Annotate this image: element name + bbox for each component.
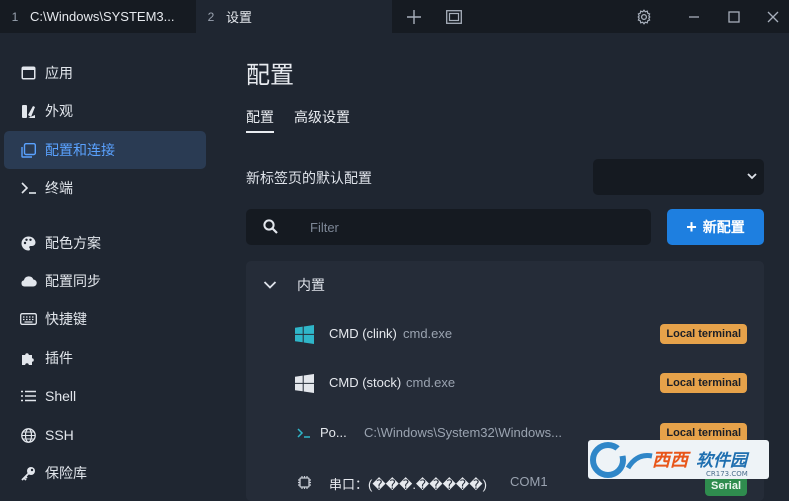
profile-name: 串口：(���.�����) bbox=[329, 477, 487, 492]
plus-icon[interactable] bbox=[397, 0, 431, 33]
profile-command: cmd.exe bbox=[406, 375, 456, 390]
gear-icon[interactable] bbox=[627, 0, 661, 33]
svg-text:CR173.COM: CR173.COM bbox=[706, 470, 748, 478]
maximize-icon[interactable] bbox=[717, 0, 751, 33]
app-window-icon bbox=[20, 65, 37, 82]
profile-command: cmd.exe bbox=[403, 326, 453, 341]
title-bar: 1 C:\Windows\SYSTEM3... 2 设置 bbox=[0, 0, 789, 33]
sidebar-item-label: 配置同步 bbox=[45, 273, 101, 289]
chevron-down-icon bbox=[263, 278, 287, 293]
new-profile-button[interactable]: + 新配置 bbox=[667, 209, 764, 245]
svg-text:西西: 西西 bbox=[652, 450, 691, 471]
sidebar-item-label: SSH bbox=[45, 427, 74, 443]
profile-row[interactable]: CMD (stock) cmd.exe Local terminal bbox=[246, 365, 764, 401]
palette-icon bbox=[20, 235, 37, 252]
sidebar-item-config-sync[interactable]: 配置同步 bbox=[4, 262, 206, 300]
sidebar-item-hotkeys[interactable]: 快捷键 bbox=[4, 300, 206, 338]
profiles-icon bbox=[20, 142, 37, 159]
sidebar-item-label: 终端 bbox=[45, 180, 73, 196]
sidebar-item-profiles[interactable]: 配置和连接 bbox=[4, 131, 206, 169]
terminal-icon bbox=[20, 180, 37, 197]
profile-type-badge: Serial bbox=[705, 476, 747, 496]
tab-profiles[interactable]: 配置 bbox=[246, 107, 274, 127]
sidebar-item-label: 插件 bbox=[45, 350, 73, 366]
tab-terminal[interactable]: 1 C:\Windows\SYSTEM3... bbox=[0, 0, 196, 33]
filter-input[interactable] bbox=[310, 209, 640, 245]
chevron-down-icon bbox=[746, 170, 758, 185]
chip-icon bbox=[294, 472, 314, 492]
profile-name: CMD (stock) bbox=[329, 375, 402, 390]
new-profile-button-label: 新配置 bbox=[702, 219, 745, 235]
tab-settings[interactable]: 2 设置 bbox=[196, 0, 392, 33]
group-header-builtin[interactable]: 内置 bbox=[246, 264, 764, 306]
svg-text:软件园: 软件园 bbox=[696, 451, 750, 471]
keyboard-icon bbox=[20, 311, 37, 328]
tab-title: 设置 bbox=[226, 10, 253, 25]
key-icon bbox=[20, 465, 37, 482]
sidebar-item-app[interactable]: 应用 bbox=[4, 54, 206, 92]
profile-row[interactable]: CMD (clink) cmd.exe Local terminal bbox=[246, 316, 764, 352]
cloud-icon bbox=[20, 273, 37, 290]
sidebar-item-terminal[interactable]: 终端 bbox=[4, 169, 206, 207]
sidebar-item-appearance[interactable]: 外观 bbox=[4, 92, 206, 130]
sidebar: 应用 外观 配置和连接 终端 配色方案 配置同步 快捷键 插件 Shell SS… bbox=[0, 33, 214, 489]
tab-title: C:\Windows\SYSTEM3... bbox=[30, 9, 175, 24]
windows-logo-icon bbox=[294, 324, 314, 344]
profile-name: CMD (clink) bbox=[329, 326, 397, 341]
tab-number: 1 bbox=[11, 9, 19, 24]
list-icon bbox=[20, 388, 37, 405]
powershell-icon bbox=[294, 423, 314, 443]
profile-name: Po... bbox=[320, 425, 347, 440]
sidebar-item-vault[interactable]: 保险库 bbox=[4, 454, 206, 492]
sidebar-item-shell[interactable]: Shell bbox=[4, 377, 206, 415]
sidebar-item-color-scheme[interactable]: 配色方案 bbox=[4, 224, 206, 262]
active-tab-indicator bbox=[246, 131, 274, 133]
profile-command: C:\Windows\System32\Windows... bbox=[364, 425, 562, 440]
tab-advanced-settings[interactable]: 高级设置 bbox=[294, 107, 350, 127]
sidebar-item-plugins[interactable]: 插件 bbox=[4, 339, 206, 377]
group-label: 内置 bbox=[297, 277, 325, 293]
profile-command: COM1 bbox=[510, 474, 548, 489]
globe-icon bbox=[20, 427, 37, 444]
sidebar-item-label: 应用 bbox=[45, 65, 73, 81]
sidebar-item-ssh[interactable]: SSH bbox=[4, 416, 206, 454]
sidebar-item-label: 保险库 bbox=[45, 465, 87, 481]
minimize-icon[interactable] bbox=[677, 0, 711, 33]
search-icon bbox=[263, 219, 278, 237]
sidebar-item-label: Shell bbox=[45, 388, 77, 404]
tab-number: 2 bbox=[207, 9, 215, 24]
sidebar-item-label: 快捷键 bbox=[45, 311, 87, 327]
default-profile-select[interactable] bbox=[593, 159, 764, 195]
windows-logo-icon bbox=[294, 373, 314, 393]
close-icon[interactable] bbox=[756, 0, 789, 33]
watermark-logo: 西西 软件园 CR173.COM bbox=[588, 440, 769, 479]
profile-type-badge: Local terminal bbox=[660, 373, 747, 393]
puzzle-icon bbox=[20, 350, 37, 367]
filter-box[interactable] bbox=[246, 209, 651, 245]
sidebar-item-label: 配色方案 bbox=[45, 235, 101, 251]
plus-icon: + bbox=[686, 216, 697, 237]
default-profile-label: 新标签页的默认配置 bbox=[246, 170, 372, 186]
brush-icon bbox=[20, 103, 37, 120]
profile-type-badge: Local terminal bbox=[660, 324, 747, 344]
split-window-icon[interactable] bbox=[437, 0, 471, 33]
page-title: 配置 bbox=[246, 62, 294, 89]
sidebar-item-label: 配置和连接 bbox=[45, 142, 115, 158]
sidebar-item-label: 外观 bbox=[45, 103, 73, 119]
